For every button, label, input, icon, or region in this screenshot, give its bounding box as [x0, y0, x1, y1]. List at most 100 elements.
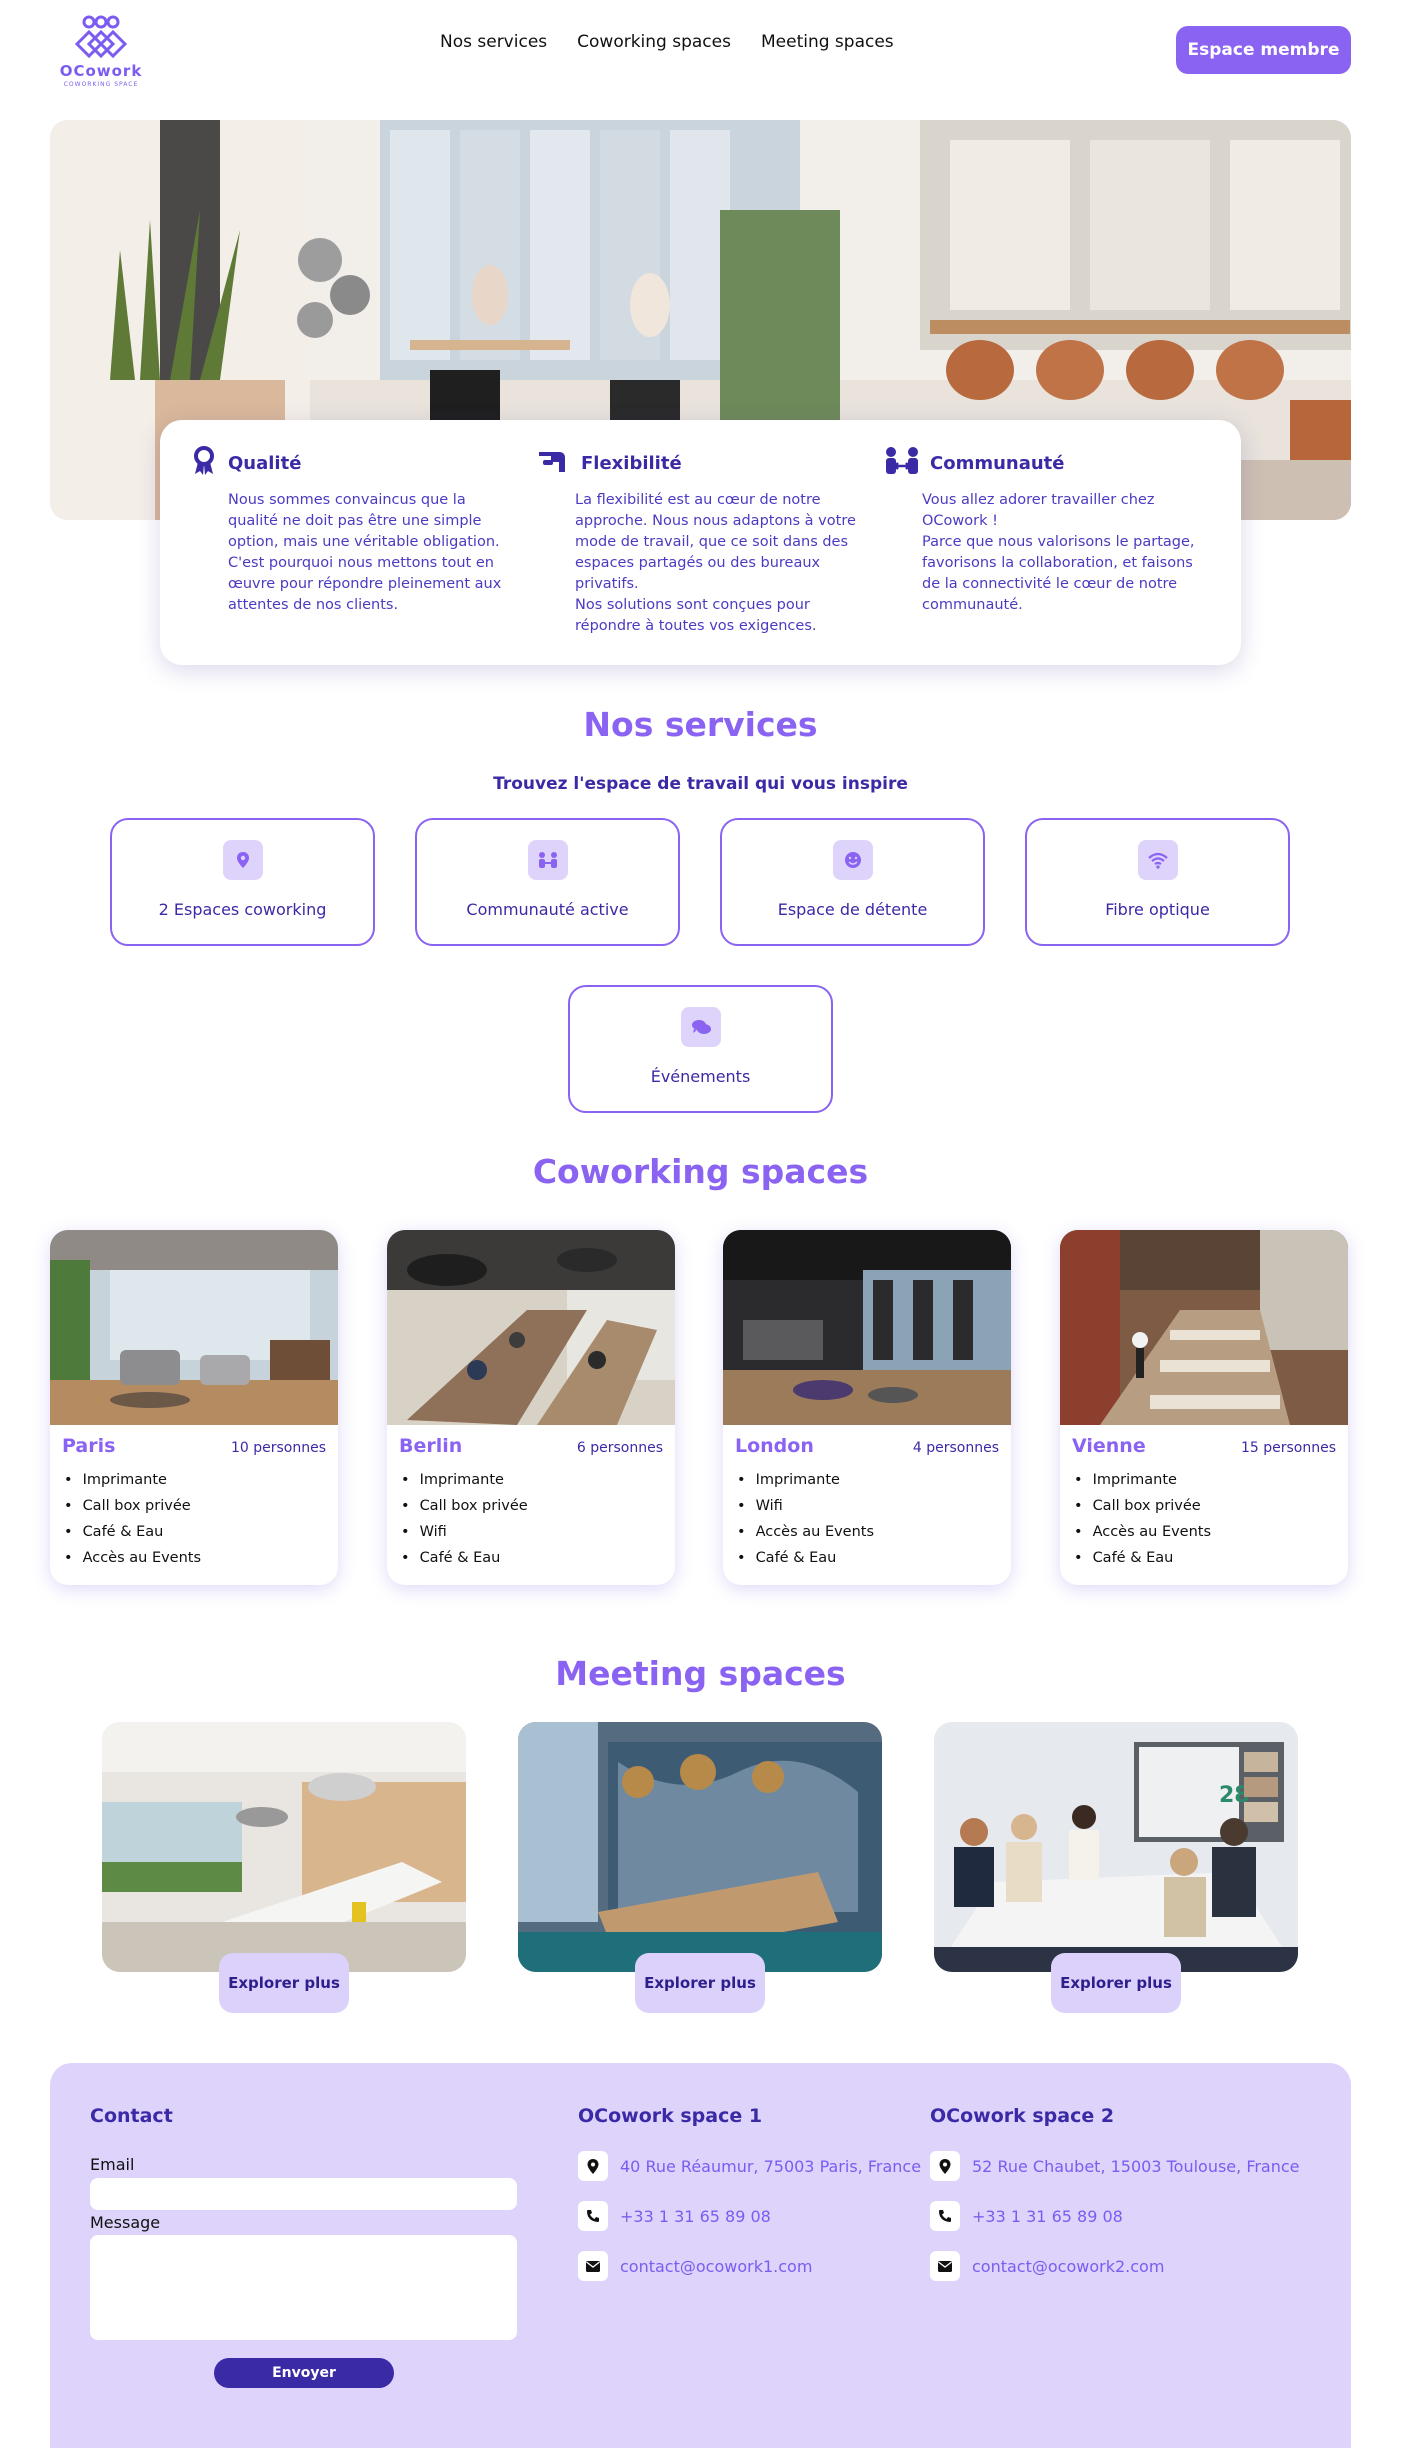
- message-field[interactable]: [90, 2235, 517, 2340]
- coworking-photo: [1060, 1230, 1348, 1425]
- logo-name: OCowork: [59, 62, 143, 80]
- people-arrows-icon: [884, 446, 920, 480]
- envelope-icon: [930, 2251, 960, 2281]
- list-item: Café & Eau: [1074, 1545, 1334, 1571]
- space2-phone[interactable]: +33 1 31 65 89 08: [972, 2207, 1123, 2226]
- location-pin-icon: [930, 2151, 960, 2181]
- service-card-relax[interactable]: Espace de détente: [720, 818, 985, 946]
- envelope-icon: [578, 2251, 608, 2281]
- space1-email[interactable]: contact@ocowork1.com: [620, 2257, 812, 2276]
- coworking-features: Imprimante Call box privée Café & Eau Ac…: [50, 1463, 338, 1575]
- people-icon: [527, 840, 568, 880]
- list-item: Call box privée: [1074, 1493, 1334, 1519]
- hand-icon: [537, 446, 571, 480]
- logo[interactable]: OCowork COWORKING SPACE: [56, 14, 146, 96]
- coworking-capacity: 4 personnes: [912, 1440, 999, 1456]
- award-ribbon-icon: [190, 446, 218, 480]
- list-item: Imprimante: [1074, 1467, 1334, 1493]
- space2-address-row: 52 Rue Chaubet, 15003 Toulouse, France: [930, 2151, 1300, 2181]
- coworking-card-vienne[interactable]: Vienne 15 personnes Imprimante Call box …: [1060, 1230, 1348, 1585]
- coworking-card-berlin[interactable]: Berlin 6 personnes Imprimante Call box p…: [387, 1230, 675, 1585]
- meeting-room-photo-2: [518, 1722, 882, 1972]
- service-card-community[interactable]: Communauté active: [415, 818, 680, 946]
- space2-email[interactable]: contact@ocowork2.com: [972, 2257, 1164, 2276]
- service-card-fiber[interactable]: Fibre optique: [1025, 818, 1290, 946]
- nav-link-coworking[interactable]: Coworking spaces: [577, 32, 731, 52]
- chat-bubbles-icon: [680, 1007, 721, 1047]
- service-label: Événements: [650, 1067, 751, 1086]
- coworking-photo: [50, 1230, 338, 1425]
- list-item: Imprimante: [737, 1467, 997, 1493]
- space2-phone-row: +33 1 31 65 89 08: [930, 2201, 1123, 2231]
- service-label: Fibre optique: [1105, 900, 1210, 919]
- list-item: Wifi: [401, 1519, 661, 1545]
- coworking-capacity: 6 personnes: [576, 1440, 663, 1456]
- feature-title: Communauté: [930, 452, 1065, 474]
- list-item: Accès au Events: [1074, 1519, 1334, 1545]
- explore-more-button[interactable]: Explorer plus: [1051, 1953, 1181, 2013]
- space2-email-row: contact@ocowork2.com: [930, 2251, 1164, 2281]
- feature-text: Vous allez adorer travailler chez OCowor…: [922, 492, 1195, 613]
- nav-link-services[interactable]: Nos services: [440, 32, 547, 52]
- space1-address-row: 40 Rue Réaumur, 75003 Paris, France: [578, 2151, 921, 2181]
- feature-quality: Qualité Nous sommes convaincus que la qu…: [190, 446, 517, 639]
- space1-phone[interactable]: +33 1 31 65 89 08: [620, 2207, 771, 2226]
- coworking-capacity: 10 personnes: [230, 1440, 326, 1456]
- contact-title: Contact: [90, 2105, 173, 2127]
- member-area-button[interactable]: Espace membre: [1176, 26, 1351, 74]
- space2-title: OCowork space 2: [930, 2105, 1115, 2127]
- feature-title: Qualité: [228, 452, 302, 474]
- list-item: Accès au Events: [64, 1545, 324, 1571]
- coworking-city: London: [735, 1435, 814, 1457]
- meeting-room-photo-1: [102, 1722, 466, 1972]
- explore-more-button[interactable]: Explorer plus: [635, 1953, 765, 2013]
- feature-title: Flexibilité: [581, 452, 682, 474]
- logo-mark-icon: [74, 15, 128, 59]
- message-label: Message: [90, 2213, 161, 2232]
- coworking-title: Coworking spaces: [532, 1152, 869, 1191]
- coworking-photo: [723, 1230, 1011, 1425]
- feature-flexibility: Flexibilité La flexibilité est au cœur d…: [537, 446, 864, 639]
- coworking-card-london[interactable]: London 4 personnes Imprimante Wifi Accès…: [723, 1230, 1011, 1585]
- list-item: Accès au Events: [737, 1519, 997, 1545]
- coworking-features: Imprimante Call box privée Wifi Café & E…: [387, 1463, 675, 1575]
- coworking-city: Vienne: [1072, 1435, 1146, 1457]
- main-nav: Nos services Coworking spaces Meeting sp…: [440, 32, 894, 52]
- space1-email-row: contact@ocowork1.com: [578, 2251, 812, 2281]
- service-card-events[interactable]: Événements: [568, 985, 833, 1113]
- coworking-features: Imprimante Call box privée Accès au Even…: [1060, 1463, 1348, 1575]
- values-card: Qualité Nous sommes convaincus que la qu…: [160, 420, 1241, 665]
- services-subtitle: Trouvez l'espace de travail qui vous ins…: [493, 774, 908, 794]
- coworking-photo: [387, 1230, 675, 1425]
- meeting-title: Meeting spaces: [555, 1654, 846, 1693]
- service-label: Communauté active: [466, 900, 629, 919]
- phone-icon: [578, 2201, 608, 2231]
- space1-title: OCowork space 1: [578, 2105, 763, 2127]
- feature-text: La flexibilité est au cœur de notre appr…: [575, 492, 856, 634]
- phone-icon: [930, 2201, 960, 2231]
- list-item: Café & Eau: [737, 1545, 997, 1571]
- list-item: Café & Eau: [64, 1519, 324, 1545]
- list-item: Call box privée: [64, 1493, 324, 1519]
- coworking-city: Berlin: [399, 1435, 463, 1457]
- coworking-city: Paris: [62, 1435, 116, 1457]
- service-card-coworking[interactable]: 2 Espaces coworking: [110, 818, 375, 946]
- explore-more-button[interactable]: Explorer plus: [219, 1953, 349, 2013]
- space1-address: 40 Rue Réaumur, 75003 Paris, France: [620, 2156, 922, 2176]
- email-field[interactable]: [90, 2178, 517, 2210]
- send-button[interactable]: Envoyer: [214, 2358, 394, 2388]
- site-header: OCowork COWORKING SPACE Nos services Cow…: [0, 0, 1401, 110]
- email-label: Email: [90, 2155, 135, 2174]
- list-item: Imprimante: [64, 1467, 324, 1493]
- logo-tagline: COWORKING SPACE: [63, 81, 139, 88]
- space2-address: 52 Rue Chaubet, 15003 Toulouse, France: [972, 2156, 1300, 2176]
- meeting-room-photo-3: 28: [934, 1722, 1298, 1972]
- list-item: Imprimante: [401, 1467, 661, 1493]
- nav-link-meeting[interactable]: Meeting spaces: [761, 32, 894, 52]
- coworking-card-paris[interactable]: Paris 10 personnes Imprimante Call box p…: [50, 1230, 338, 1585]
- list-item: Café & Eau: [401, 1545, 661, 1571]
- coworking-features: Imprimante Wifi Accès au Events Café & E…: [723, 1463, 1011, 1575]
- service-label: 2 Espaces coworking: [158, 900, 327, 919]
- coworking-capacity: 15 personnes: [1240, 1440, 1336, 1456]
- list-item: Call box privée: [401, 1493, 661, 1519]
